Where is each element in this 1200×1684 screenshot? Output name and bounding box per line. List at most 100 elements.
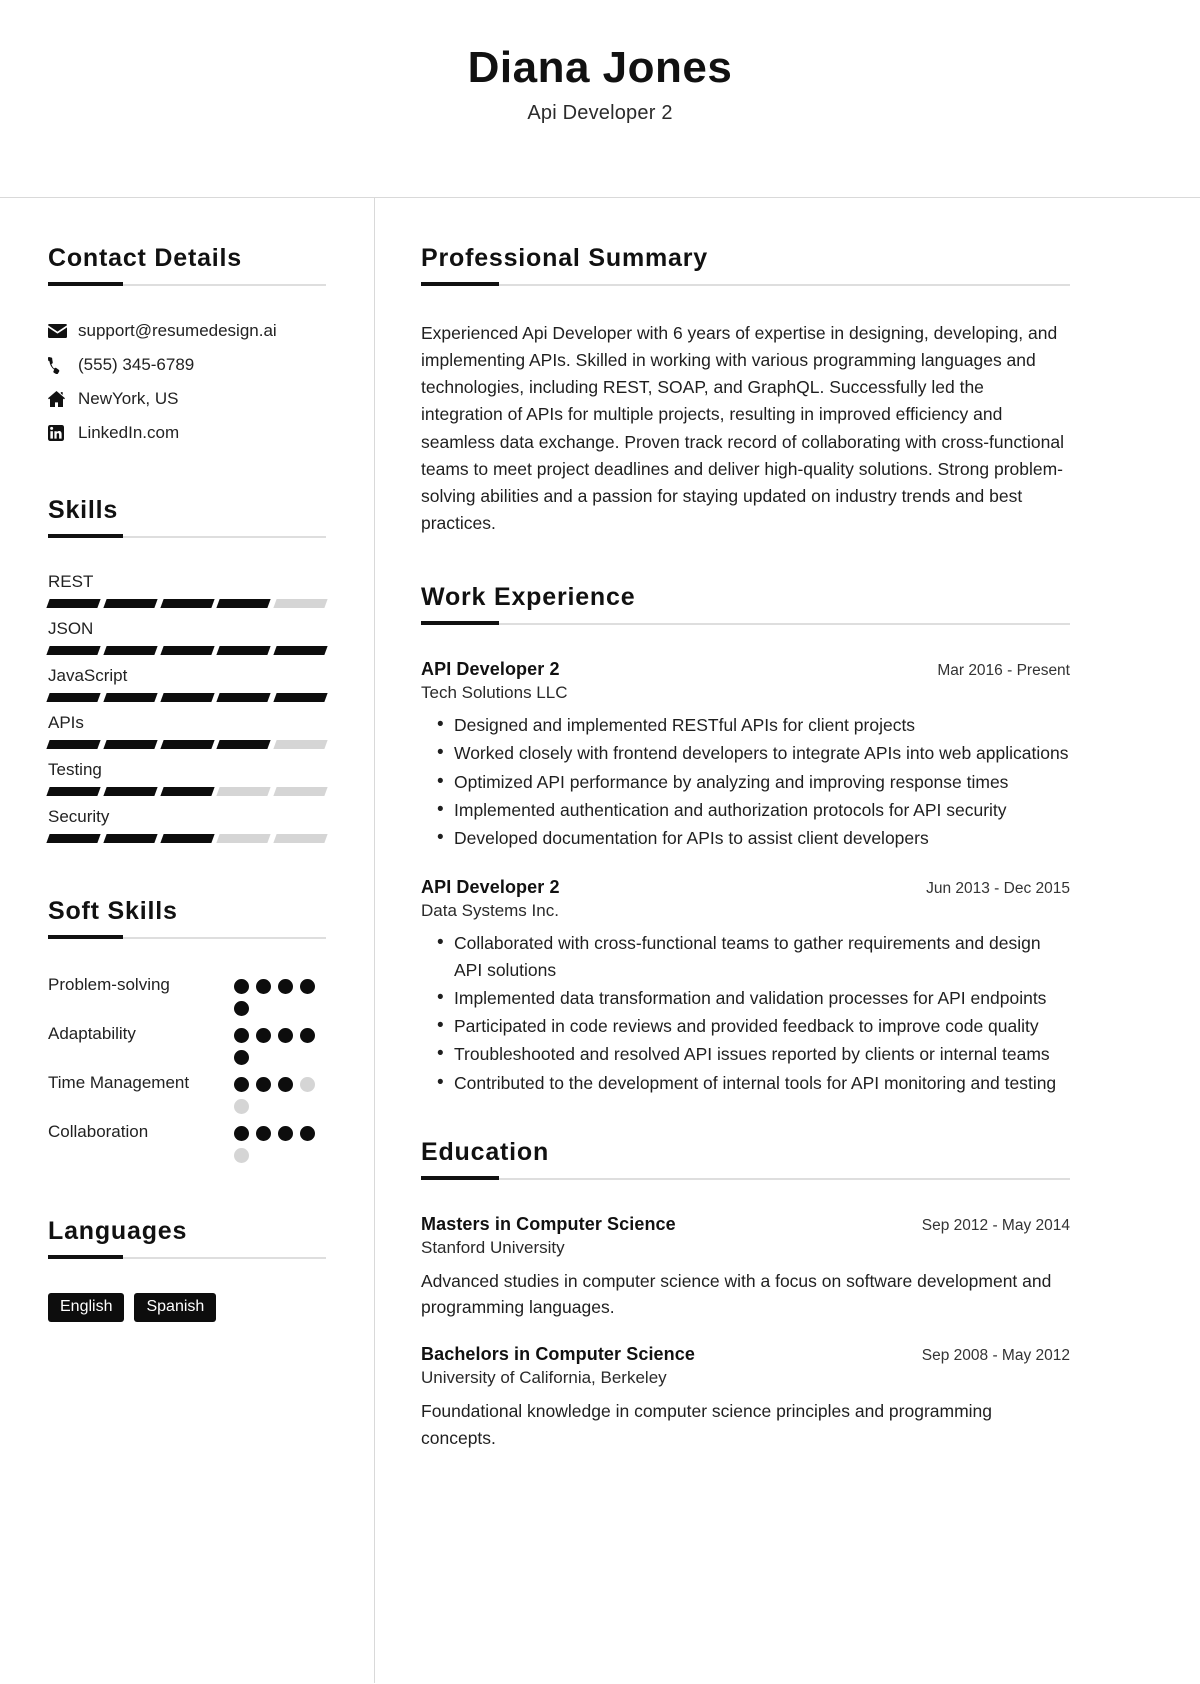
- section-professional-summary: Professional Summary Experienced Api Dev…: [421, 244, 1070, 537]
- experience-role: API Developer 2: [421, 877, 560, 898]
- skill-level-segment: [216, 693, 271, 703]
- home-icon: [48, 391, 78, 408]
- skill-label: Testing: [48, 760, 102, 780]
- section-contact-details: Contact Details support@resumedesign.ai (…: [48, 244, 326, 444]
- rating-dot: [278, 979, 293, 995]
- language-tag: English: [48, 1293, 125, 1323]
- section-languages: Languages English Spanish: [48, 1217, 326, 1323]
- resume-body: Contact Details support@resumedesign.ai (…: [0, 198, 1200, 1683]
- skill-level-segment: [103, 646, 158, 656]
- soft-skill-label: Time Management: [48, 1073, 190, 1093]
- rating-dot: [300, 1077, 315, 1093]
- rating-dot: [256, 1028, 271, 1044]
- skill-level-segment: [273, 834, 328, 844]
- section-soft-skills: Soft Skills Problem-solving Adaptability T…: [48, 897, 326, 1164]
- experience-entry: API Developer 2 Jun 2013 - Dec 2015 Data S…: [421, 877, 1070, 1097]
- skill-level-bar: [46, 646, 328, 656]
- skill-item: Security: [46, 807, 328, 844]
- contact-row[interactable]: LinkedIn.com: [48, 422, 326, 444]
- experience-entry-header: API Developer 2 Mar 2016 - Present: [421, 659, 1070, 680]
- education-date-range: Sep 2008 - May 2012: [921, 1347, 1070, 1365]
- contact-row[interactable]: (555) 345-6789: [48, 354, 326, 376]
- soft-skill-label: Problem-solving: [48, 975, 170, 995]
- rating-dot: [234, 1148, 249, 1164]
- rating-dot: [234, 1050, 249, 1066]
- experience-entry: API Developer 2 Mar 2016 - Present Tech So…: [421, 659, 1070, 853]
- skill-level-segment: [46, 693, 101, 703]
- skill-label: JSON: [48, 619, 94, 639]
- education-entries: Masters in Computer Science Sep 2012 - Ma…: [421, 1214, 1070, 1451]
- rating-dot: [300, 1126, 315, 1142]
- skill-level-segment: [103, 740, 158, 750]
- skill-level-segment: [46, 834, 101, 844]
- skill-item: JSON: [46, 619, 328, 656]
- rating-dot: [234, 1028, 249, 1044]
- skill-level-segment: [46, 599, 101, 609]
- section-title: Education: [421, 1137, 550, 1166]
- contact-value: NewYork, US: [78, 389, 179, 409]
- rating-dot: [256, 1126, 271, 1142]
- experience-bullet: Worked closely with frontend developers …: [421, 739, 1070, 768]
- experience-bullet: Developed documentation for APIs to assi…: [421, 824, 1070, 853]
- section-title: Work Experience: [421, 583, 636, 611]
- soft-skill-row: Adaptability: [48, 1022, 326, 1066]
- contact-value: (555) 345-6789: [78, 355, 195, 375]
- language-tags: English Spanish: [48, 1293, 326, 1323]
- experience-bullet: Implemented data transformation and vali…: [421, 984, 1070, 1013]
- rating-dot: [300, 979, 315, 995]
- skill-label: REST: [48, 572, 94, 592]
- education-school: Stanford University: [421, 1237, 565, 1257]
- soft-skill-rating: [234, 1022, 318, 1066]
- skills-heading: Skills: [48, 496, 326, 539]
- section-title: Soft Skills: [48, 897, 178, 926]
- experience-bullet-list: Designed and implemented RESTful APIs fo…: [421, 711, 1070, 853]
- soft-skill-rating: [234, 1120, 318, 1164]
- skill-label: JavaScript: [48, 666, 128, 686]
- experience-company: Data Systems Inc.: [421, 901, 559, 921]
- contact-details-heading: Contact Details: [48, 244, 326, 286]
- sidebar: Contact Details support@resumedesign.ai (…: [0, 198, 375, 1683]
- experience-bullet: Contributed to the development of intern…: [421, 1068, 1070, 1097]
- main-column: Professional Summary Experienced Api Dev…: [375, 198, 1200, 1683]
- education-description: Advanced studies in computer science wit…: [421, 1270, 1052, 1317]
- skill-level-bar: [46, 740, 328, 750]
- languages-heading: Languages: [48, 1217, 326, 1260]
- rating-dot: [256, 979, 271, 995]
- skill-level-segment: [216, 740, 271, 750]
- candidate-job-title: Api Developer 2: [527, 102, 673, 125]
- skill-level-segment: [159, 693, 215, 703]
- experience-role: API Developer 2: [421, 659, 560, 679]
- skill-level-segment: [159, 787, 215, 797]
- education-degree: Bachelors in Computer Science: [421, 1344, 695, 1365]
- experience-bullet: Designed and implemented RESTful APIs fo…: [421, 711, 1070, 740]
- contact-value: LinkedIn.com: [78, 423, 180, 443]
- contact-row[interactable]: NewYork, US: [48, 388, 326, 410]
- contact-value: support@resumedesign.ai: [78, 321, 277, 340]
- candidate-name: Diana Jones: [467, 42, 733, 92]
- experience-bullet-list: Collaborated with cross-functional teams…: [421, 929, 1070, 1097]
- skill-label: APIs: [48, 713, 84, 733]
- contact-row[interactable]: support@resumedesign.ai: [48, 320, 326, 342]
- section-title: Professional Summary: [421, 244, 708, 272]
- language-tag: Spanish: [134, 1293, 217, 1323]
- experience-bullet: Collaborated with cross-functional teams…: [421, 929, 1070, 983]
- education-school: University of California, Berkeley: [421, 1368, 667, 1388]
- rating-dot: [256, 1077, 271, 1093]
- skill-level-segment: [103, 787, 158, 797]
- skills-list: REST JSON JavaScript APIs Testing Security: [46, 572, 328, 844]
- rating-dot: [234, 1077, 249, 1093]
- rating-dot: [234, 1001, 249, 1017]
- experience-bullet: Implemented authentication and authoriza…: [421, 796, 1070, 825]
- soft-skill-label: Adaptability: [48, 1024, 136, 1044]
- phone-icon: [48, 356, 78, 374]
- skill-level-segment: [103, 599, 158, 609]
- soft-skill-label: Collaboration: [48, 1122, 149, 1142]
- skill-item: Testing: [46, 760, 328, 797]
- education-entry: Bachelors in Computer Science Sep 2008 - …: [421, 1344, 1070, 1451]
- work-experience-entries: API Developer 2 Mar 2016 - Present Tech So…: [421, 659, 1070, 1097]
- skill-level-segment: [103, 693, 158, 703]
- section-work-experience: Work Experience API Developer 2 Mar 2016 …: [421, 583, 1070, 1097]
- experience-date-range: Mar 2016 - Present: [937, 662, 1070, 679]
- skill-level-segment: [46, 740, 101, 750]
- skill-level-segment: [46, 787, 101, 797]
